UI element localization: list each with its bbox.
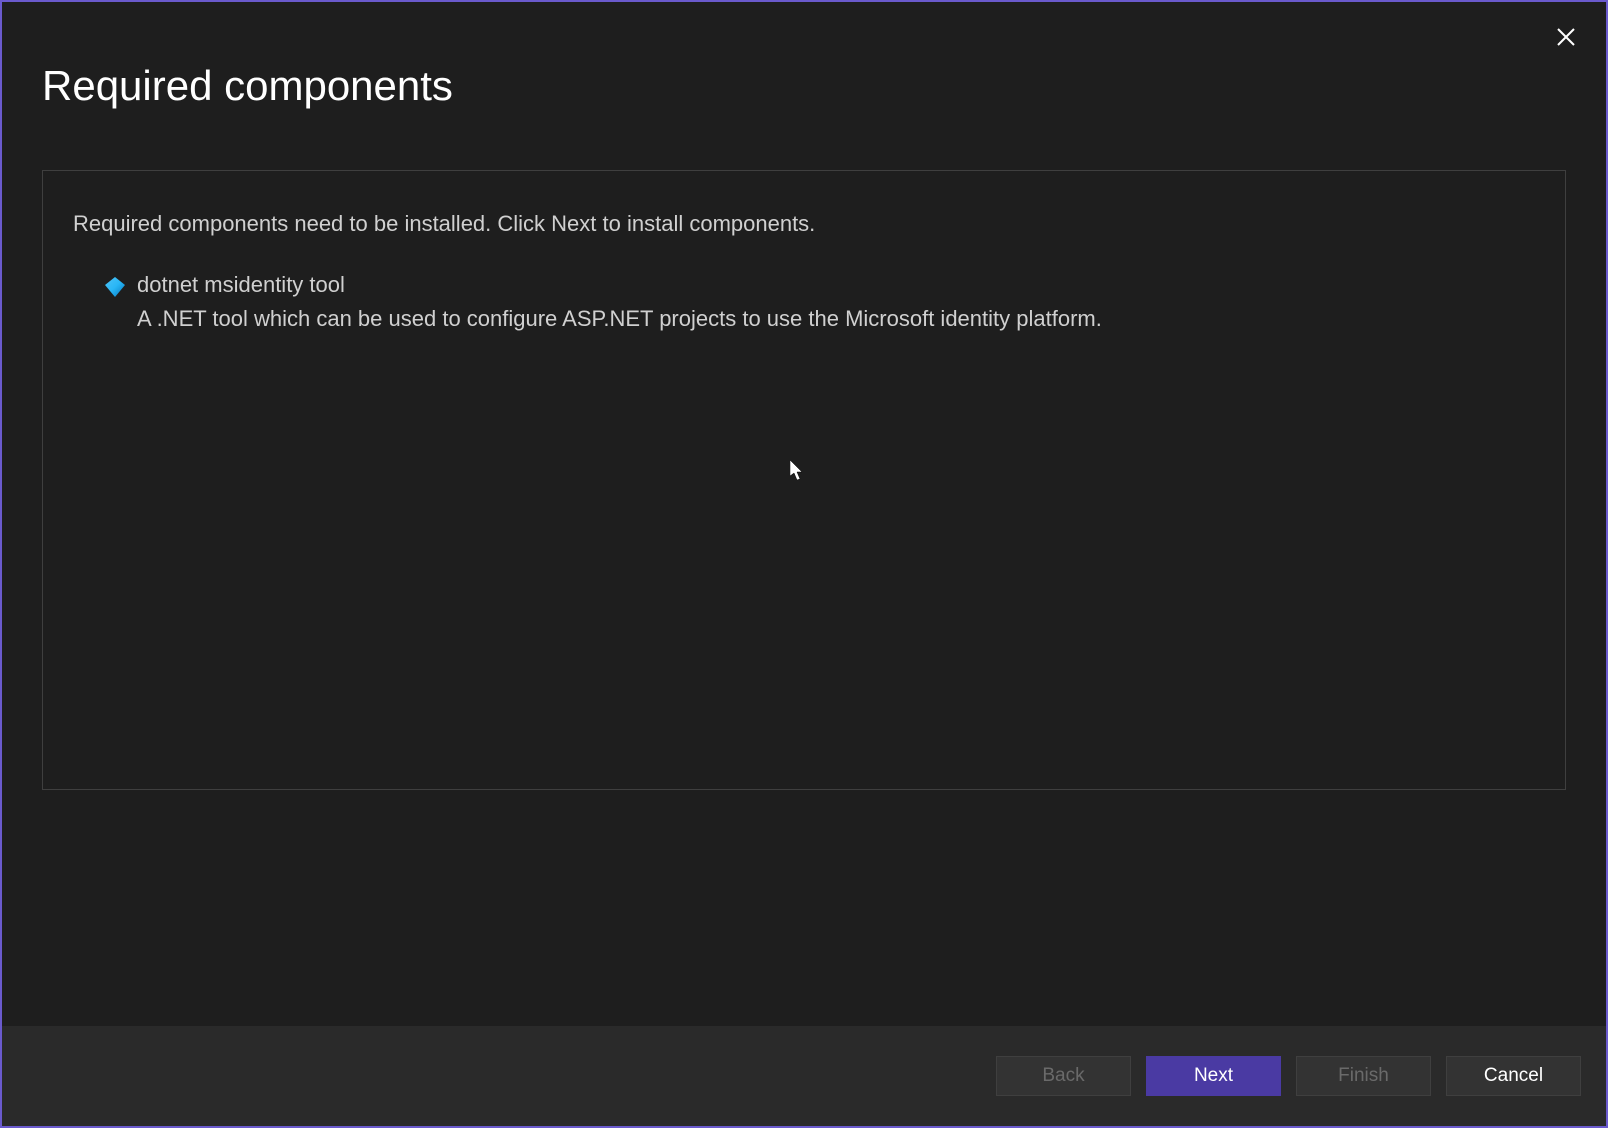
- page-title: Required components: [42, 62, 1566, 110]
- next-button[interactable]: Next: [1146, 1056, 1281, 1096]
- component-description: A .NET tool which can be used to configu…: [137, 306, 1102, 332]
- cancel-button[interactable]: Cancel: [1446, 1056, 1581, 1096]
- component-name: dotnet msidentity tool: [137, 272, 1102, 298]
- component-item: dotnet msidentity tool A .NET tool which…: [103, 272, 1535, 332]
- back-button: Back: [996, 1056, 1131, 1096]
- content-panel: Required components need to be installed…: [42, 170, 1566, 790]
- button-bar: Back Next Finish Cancel: [2, 1026, 1606, 1126]
- close-icon: [1556, 27, 1576, 47]
- close-button[interactable]: [1551, 22, 1581, 52]
- diamond-icon: [103, 275, 127, 299]
- component-details: dotnet msidentity tool A .NET tool which…: [137, 272, 1102, 332]
- instruction-text: Required components need to be installed…: [73, 211, 1535, 237]
- finish-button: Finish: [1296, 1056, 1431, 1096]
- dialog-content: Required components Required components …: [2, 2, 1606, 1026]
